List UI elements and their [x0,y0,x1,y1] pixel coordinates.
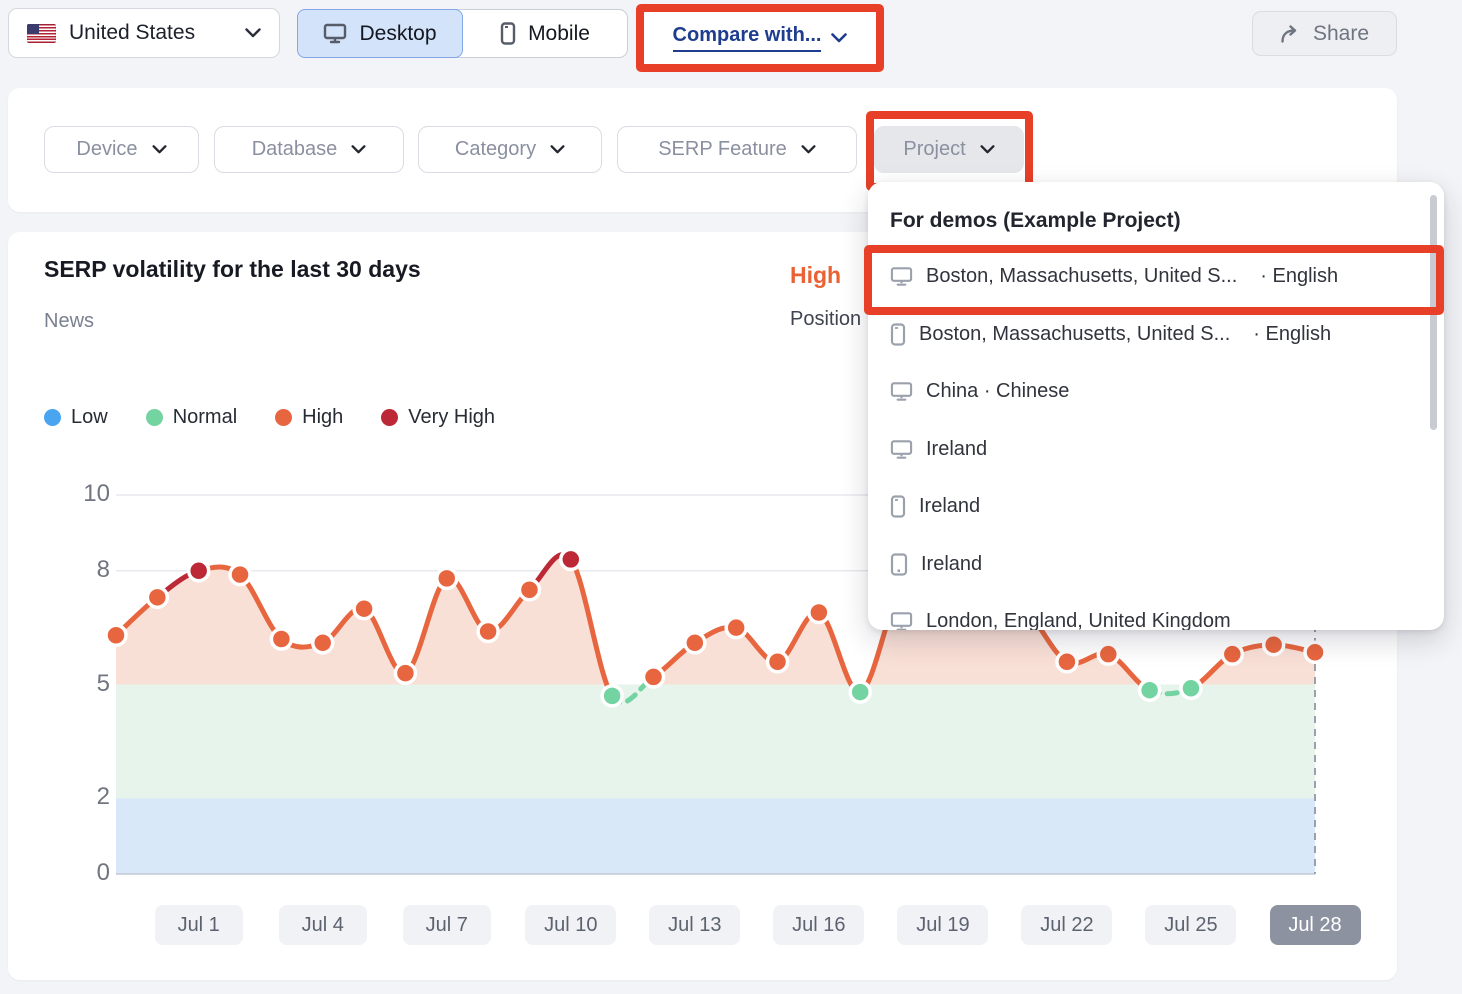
share-button[interactable]: Share [1252,11,1397,56]
date-button-jul-4[interactable]: Jul 4 [279,905,367,945]
serp-feature-filter-label: SERP Feature [658,138,787,161]
status-badge: High [790,262,841,288]
date-button-jul-10[interactable]: Jul 10 [525,905,616,945]
project-option-label: Ireland [921,553,982,576]
database-filter-pill[interactable]: Database [214,126,404,173]
us-flag-icon [27,24,56,43]
y-axis-label-2: 2 [40,783,110,811]
project-option-language: · English [1253,323,1331,346]
project-option-label: Ireland [919,495,980,518]
chevron-down-icon [550,145,565,154]
date-button-jul-13[interactable]: Jul 13 [649,905,740,945]
boston-option-highlight-box [864,245,1444,315]
date-button-jul-19[interactable]: Jul 19 [897,905,988,945]
y-axis-label-5: 5 [40,670,110,698]
desktop-toggle-label: Desktop [359,22,436,46]
desktop-icon [890,611,913,630]
project-option-2[interactable]: China · Chinese [868,363,1444,421]
mobile-toggle-button[interactable]: Mobile [463,10,627,57]
chart-subtitle: News [44,310,94,333]
y-axis-label-10: 10 [40,480,110,508]
project-highlight-box [866,111,1033,191]
chevron-down-icon [831,33,847,43]
project-option-4[interactable]: Ireland [868,478,1444,536]
project-option-label: Boston, Massachusetts, United S... [919,323,1230,346]
chevron-down-icon [801,145,816,154]
chevron-down-icon [351,145,366,154]
device-filter-pill[interactable]: Device [44,126,199,173]
tablet-icon [890,553,908,576]
date-button-jul-25[interactable]: Jul 25 [1145,905,1236,945]
compare-with-link[interactable]: Compare with... [673,24,822,52]
country-label: United States [69,21,232,45]
project-option-label: Ireland [926,438,987,461]
y-axis-label-8: 8 [40,556,110,584]
legend-item: Low [44,406,108,429]
mobile-icon [890,323,906,346]
desktop-icon [890,439,913,460]
compare-with-highlight-box: Compare with... [636,4,884,72]
legend-label: High [302,406,343,429]
legend-item: Normal [146,406,237,429]
share-label: Share [1313,22,1369,46]
chart-legend: Low Normal High Very High [44,406,495,429]
date-button-jul-28[interactable]: Jul 28 [1270,905,1361,945]
date-button-jul-7[interactable]: Jul 7 [403,905,491,945]
legend-label: Low [71,406,108,429]
legend-dot-icon [275,409,292,426]
serp-feature-filter-pill[interactable]: SERP Feature [617,126,857,173]
device-toggle: Desktop Mobile [297,9,628,58]
date-button-jul-22[interactable]: Jul 22 [1021,905,1112,945]
legend-dot-icon [146,409,163,426]
date-button-jul-16[interactable]: Jul 16 [773,905,864,945]
status-caption: Position [790,308,870,331]
database-filter-label: Database [252,138,338,161]
y-axis-label-0: 0 [40,859,110,887]
chevron-down-icon [152,145,167,154]
category-filter-label: Category [455,138,536,161]
project-group-header: For demos (Example Project) [890,202,1422,240]
mobile-icon [890,495,906,518]
legend-dot-icon [44,409,61,426]
legend-item: Very High [381,406,495,429]
legend-item: High [275,406,343,429]
desktop-toggle-button[interactable]: Desktop [297,9,463,58]
country-selector[interactable]: United States [8,8,280,58]
project-option-5[interactable]: Ireland [868,536,1444,594]
project-option-label: London, England, United Kingdom [926,610,1231,630]
legend-label: Normal [173,406,237,429]
project-option-label: China · Chinese [926,380,1069,403]
project-option-6[interactable]: London, England, United Kingdom [868,593,1444,630]
device-filter-label: Device [76,138,137,161]
mobile-icon [500,22,516,45]
mobile-toggle-label: Mobile [528,22,590,46]
chevron-down-icon [245,28,261,38]
legend-dot-icon [381,409,398,426]
project-option-3[interactable]: Ireland [868,421,1444,479]
share-arrow-icon [1280,25,1302,43]
legend-label: Very High [408,406,495,429]
category-filter-pill[interactable]: Category [418,126,602,173]
date-button-jul-1[interactable]: Jul 1 [155,905,243,945]
desktop-icon [890,381,913,402]
chart-title: SERP volatility for the last 30 days [44,256,421,283]
desktop-icon [323,23,347,44]
